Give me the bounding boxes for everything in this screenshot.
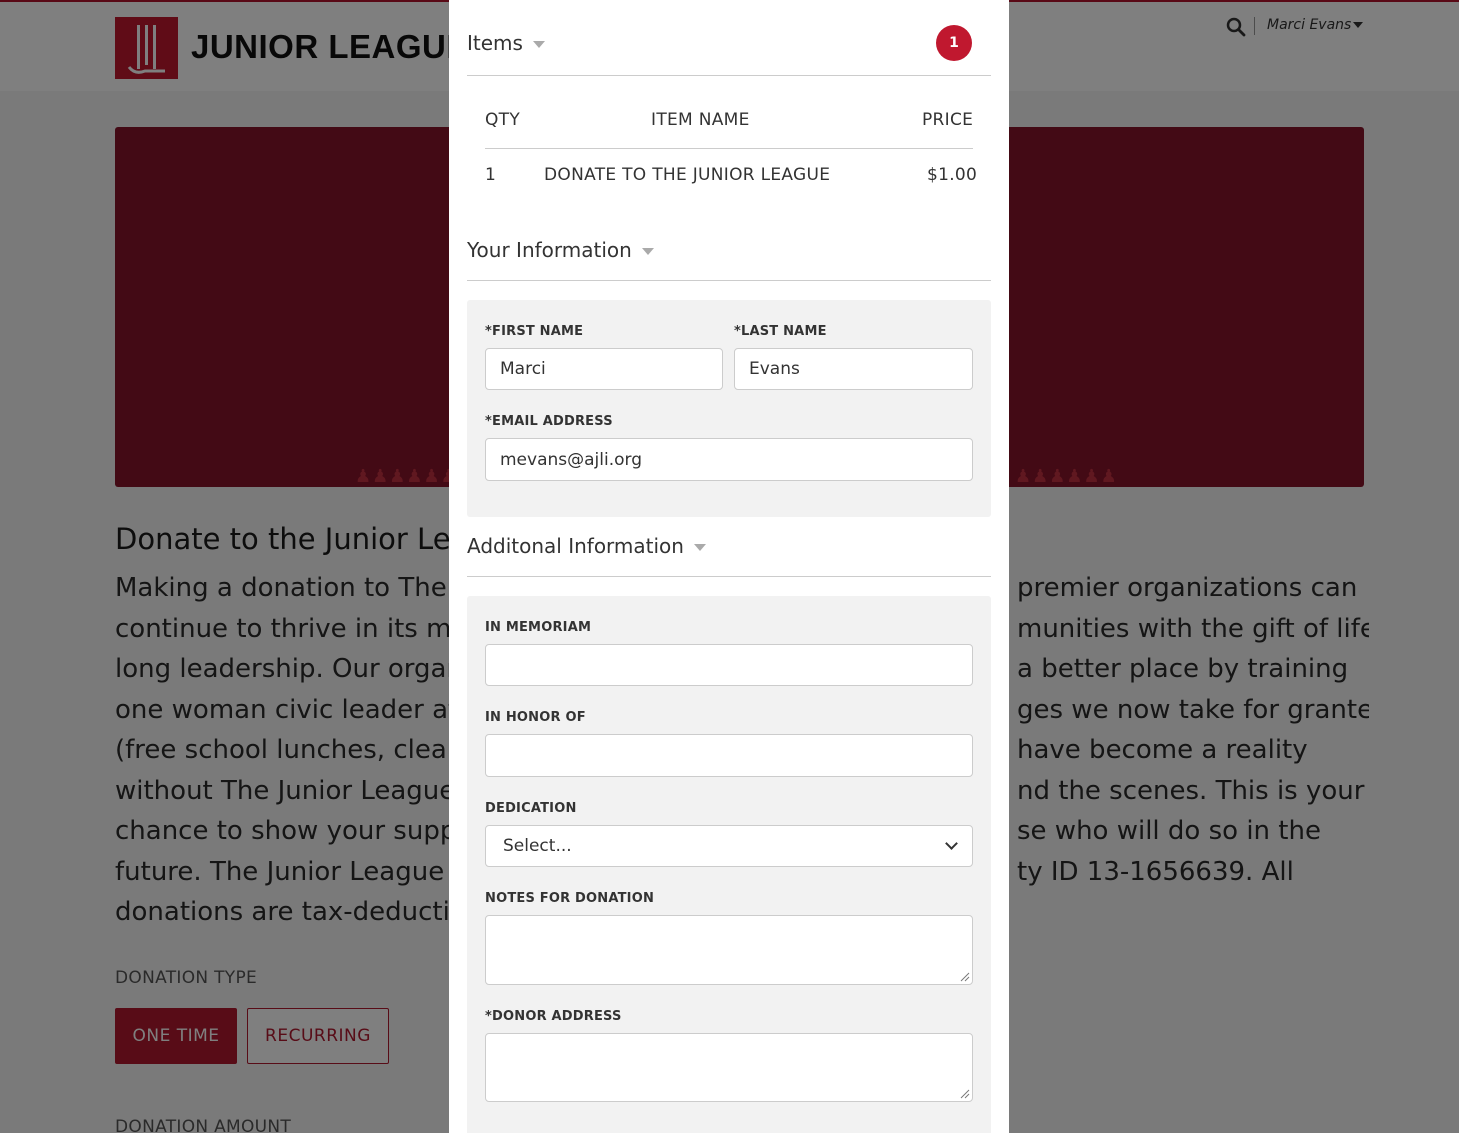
in-honor-of-label: IN HONOR OF [485, 710, 586, 725]
last-name-value: Evans [749, 359, 800, 379]
row-item-name: DONATE TO THE JUNIOR LEAGUE [544, 165, 831, 185]
row-price: $1.00 [927, 165, 978, 185]
first-name-value: Marci [500, 359, 546, 379]
additional-info-title: Additonal Information [467, 534, 684, 558]
col-header-price: PRICE [922, 110, 974, 130]
resize-grip-icon[interactable] [960, 1089, 970, 1099]
caret-down-icon [693, 544, 706, 551]
email-field[interactable]: mevans@ajli.org [485, 438, 973, 481]
email-label: *EMAIL ADDRESS [485, 414, 613, 429]
checkout-modal: Items 1 QTY ITEM NAME PRICE 1 DONATE TO … [449, 0, 1009, 1133]
chevron-down-icon [945, 837, 958, 850]
last-name-label: *LAST NAME [734, 324, 827, 339]
your-info-toggle[interactable]: Your Information [467, 238, 654, 262]
table-divider [485, 148, 973, 149]
last-name-field[interactable]: Evans [734, 348, 973, 390]
additional-info-toggle[interactable]: Additonal Information [467, 534, 706, 558]
col-header-qty: QTY [485, 110, 521, 130]
items-title: Items [467, 31, 523, 55]
dedication-selected-value: Select... [503, 836, 572, 856]
dedication-label: DEDICATION [485, 801, 577, 816]
resize-grip-icon[interactable] [960, 972, 970, 982]
donor-address-textarea[interactable] [485, 1033, 973, 1102]
your-info-title: Your Information [467, 238, 632, 262]
dedication-select[interactable]: Select... [485, 825, 973, 867]
caret-down-icon [532, 41, 545, 48]
donor-address-label: *DONOR ADDRESS [485, 1009, 622, 1024]
first-name-label: *FIRST NAME [485, 324, 584, 339]
in-honor-of-field[interactable] [485, 734, 973, 777]
items-section-header[interactable] [467, 0, 991, 76]
col-header-item-name: ITEM NAME [651, 110, 750, 130]
in-memoriam-label: IN MEMORIAM [485, 620, 592, 635]
email-value: mevans@ajli.org [500, 449, 643, 470]
notes-textarea[interactable] [485, 915, 973, 985]
row-qty: 1 [485, 165, 497, 185]
first-name-field[interactable]: Marci [485, 348, 723, 390]
items-count-badge: 1 [936, 25, 972, 61]
notes-label: NOTES FOR DONATION [485, 891, 655, 906]
caret-down-icon [641, 248, 654, 255]
in-memoriam-field[interactable] [485, 644, 973, 686]
items-toggle[interactable]: Items [467, 31, 545, 55]
